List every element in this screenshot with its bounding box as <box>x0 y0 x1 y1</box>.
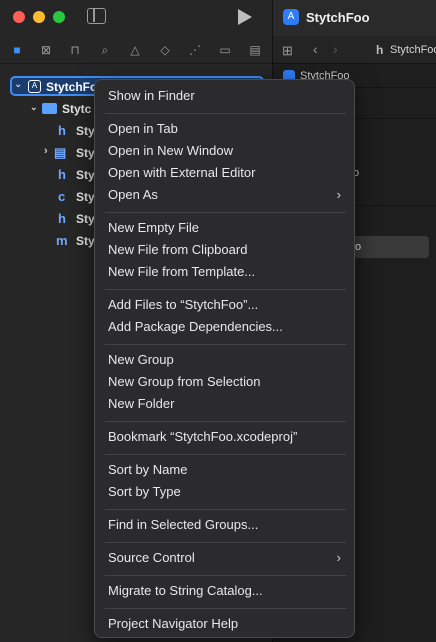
menu-separator <box>105 454 346 455</box>
menu-item-sort-by-type[interactable]: Sort by Type <box>108 482 181 502</box>
framework-icon: ▤ <box>54 145 67 160</box>
warning-icon[interactable]: △ <box>127 42 143 58</box>
debug-icon[interactable]: ⋰ <box>187 42 203 58</box>
jump-bar-file[interactable]: StytchFoo <box>390 44 436 56</box>
menu-separator <box>105 421 346 422</box>
menu-item-bookmark[interactable]: Bookmark “StytchFoo.xcodeproj” <box>108 427 297 447</box>
menu-separator <box>105 344 346 345</box>
tree-row-label: Stytc <box>62 102 92 116</box>
jump-bar: ⊞ ‹ › h StytchFoo <box>273 36 436 64</box>
context-menu: Show in Finder Open in Tab Open in New W… <box>94 79 355 638</box>
h-file-icon: h <box>58 167 66 182</box>
minimize-window-button[interactable] <box>33 11 45 23</box>
editor-titlebar: A StytchFoo <box>273 0 436 36</box>
zoom-window-button[interactable] <box>53 11 65 23</box>
m-file-icon: m <box>56 233 68 248</box>
menu-separator <box>105 289 346 290</box>
menu-item-new-file-from-clipboard[interactable]: New File from Clipboard <box>108 240 247 260</box>
back-icon[interactable]: ‹ <box>313 41 318 57</box>
h-file-icon: h <box>376 43 384 57</box>
menu-item-find-in-selected-groups[interactable]: Find in Selected Groups... <box>108 515 258 535</box>
menu-separator <box>105 608 346 609</box>
source-control-icon[interactable]: ⊠ <box>38 42 54 58</box>
chevron-right-icon: › <box>336 550 341 565</box>
close-window-button[interactable] <box>13 11 25 23</box>
tree-row-label: Sty <box>76 124 95 138</box>
menu-separator <box>105 575 346 576</box>
selected-target-row[interactable] <box>353 236 429 258</box>
menu-item-new-folder[interactable]: New Folder <box>108 394 174 414</box>
bookmark-icon[interactable]: ⊓ <box>67 42 83 58</box>
menu-item-open-in-new-window[interactable]: Open in New Window <box>108 141 233 161</box>
chevron-down-icon[interactable]: ⌄ <box>14 79 22 90</box>
navigator-tab-bar: ■ ⊠ ⊓ ⌕ △ ◇ ⋰ ▭ ▤ <box>0 36 272 64</box>
menu-item-open-as[interactable]: Open As <box>108 185 158 205</box>
menu-item-new-empty-file[interactable]: New Empty File <box>108 218 199 238</box>
menu-separator <box>105 212 346 213</box>
chevron-right-icon[interactable]: › <box>44 145 48 157</box>
menu-item-add-files[interactable]: Add Files to “StytchFoo”... <box>108 295 258 315</box>
xcodeproj-icon: A <box>28 80 41 93</box>
search-icon[interactable]: ⌕ <box>97 42 113 58</box>
tree-row-label: Sty <box>76 212 95 226</box>
folder-icon[interactable]: ■ <box>9 42 25 58</box>
chevron-right-icon: › <box>336 187 341 202</box>
menu-separator <box>105 113 346 114</box>
editor-text-fragment: o <box>355 241 362 253</box>
run-icon[interactable] <box>238 9 252 25</box>
h-file-icon: h <box>58 211 66 226</box>
tree-row-label: Sty <box>76 234 95 248</box>
sidebar-toggle-icon[interactable] <box>87 8 106 24</box>
folder-icon <box>42 103 57 114</box>
menu-item-new-group[interactable]: New Group <box>108 350 174 370</box>
menu-item-new-file-from-template[interactable]: New File from Template... <box>108 262 255 282</box>
chevron-down-icon[interactable]: ⌄ <box>30 102 38 113</box>
tree-row-label: Sty <box>76 190 95 204</box>
report-icon[interactable]: ▤ <box>247 42 263 58</box>
h-file-icon: h <box>58 123 66 138</box>
tree-row-label: Sty <box>76 168 95 182</box>
menu-item-new-group-from-selection[interactable]: New Group from Selection <box>108 372 260 392</box>
menu-item-project-navigator-help[interactable]: Project Navigator Help <box>108 614 238 634</box>
menu-separator <box>105 509 346 510</box>
menu-item-show-in-finder[interactable]: Show in Finder <box>108 86 195 106</box>
window-titlebar <box>0 0 272 36</box>
menu-item-open-with-external-editor[interactable]: Open with External Editor <box>108 163 255 183</box>
forward-icon[interactable]: › <box>333 41 338 57</box>
grid-icon[interactable]: ⊞ <box>282 43 293 59</box>
menu-item-source-control[interactable]: Source Control <box>108 548 195 568</box>
menu-item-open-in-tab[interactable]: Open in Tab <box>108 119 178 139</box>
breakpoint-icon[interactable]: ▭ <box>217 42 233 58</box>
test-icon[interactable]: ◇ <box>157 42 173 58</box>
menu-item-migrate-to-string-catalog[interactable]: Migrate to String Catalog... <box>108 581 263 601</box>
menu-separator <box>105 542 346 543</box>
editor-title: StytchFoo <box>306 10 370 25</box>
xcodeproj-icon: A <box>283 9 299 25</box>
tree-row-label: Sty <box>76 146 95 160</box>
menu-item-add-package-dependencies[interactable]: Add Package Dependencies... <box>108 317 283 337</box>
c-file-icon: c <box>58 189 66 204</box>
menu-item-sort-by-name[interactable]: Sort by Name <box>108 460 187 480</box>
